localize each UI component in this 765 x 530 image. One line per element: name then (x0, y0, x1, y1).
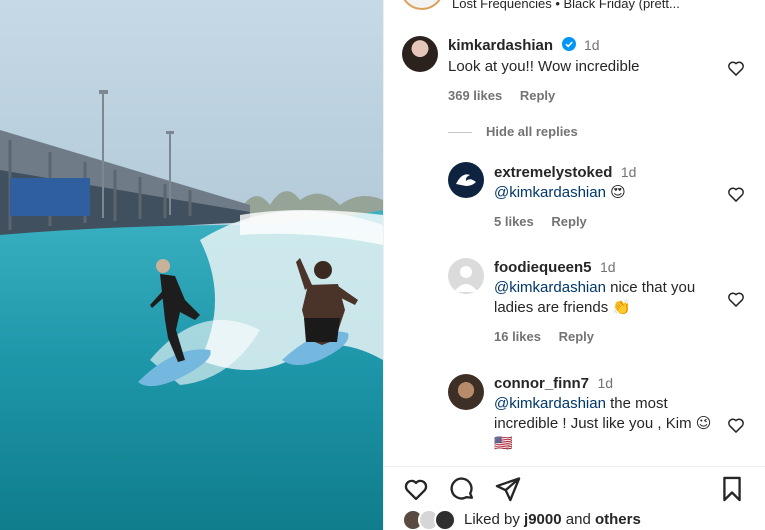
reply-time[interactable]: 1d (600, 259, 616, 275)
reply-username[interactable]: connor_finn7 (494, 375, 589, 392)
reply-likes[interactable]: 16 likes (494, 329, 541, 344)
post-media[interactable] (0, 0, 383, 530)
reply-likes[interactable]: 5 likes (494, 214, 534, 229)
reply-text: @kimkardashian nice that you ladies are … (494, 278, 720, 318)
audio-label[interactable]: Lost Frequencies • Black Friday (prett..… (452, 0, 680, 11)
like-reply-heart-icon[interactable] (726, 415, 746, 435)
hide-replies-toggle[interactable]: Hide all replies (448, 124, 578, 139)
bookmark-icon[interactable] (718, 475, 746, 503)
reply-text: @kimkardashian 😍 (494, 183, 720, 203)
mention-link[interactable]: @kimkardashian (494, 395, 606, 412)
liked-by-and: and (565, 511, 591, 528)
heart-icon[interactable] (402, 475, 430, 503)
comment-icon[interactable] (448, 475, 476, 503)
liker-username[interactable]: j9000 (524, 511, 562, 528)
comments-panel: Lost Frequencies • Black Friday (prett..… (383, 0, 765, 530)
divider-line (448, 132, 472, 134)
comment-likes[interactable]: 369 likes (448, 88, 502, 103)
verified-badge-icon (561, 37, 576, 51)
comment-username[interactable]: kimkardashian (448, 37, 553, 54)
liked-by-text: Liked by j9000 and others (464, 511, 641, 528)
reply-text: @kimkardashian the most incredible ! Jus… (494, 394, 720, 454)
hide-replies-label: Hide all replies (486, 124, 578, 139)
like-reply-heart-icon[interactable] (726, 289, 746, 309)
reply-username[interactable]: foodiequeen5 (494, 259, 592, 276)
wave-logo-icon[interactable] (448, 162, 484, 198)
reply-button[interactable]: Reply (551, 214, 586, 229)
profile-photo-icon[interactable] (402, 36, 438, 72)
comment-time[interactable]: 1d (584, 37, 600, 53)
profile-photo-icon[interactable] (448, 374, 484, 410)
reply-button[interactable]: Reply (559, 329, 594, 344)
post-header: Lost Frequencies • Black Friday (prett..… (384, 0, 765, 12)
like-reply-heart-icon[interactable] (726, 184, 746, 204)
comment-text: Look at you!! Wow incredible (448, 58, 640, 75)
post-actions-bar (384, 466, 765, 506)
liked-by-prefix: Liked by (464, 511, 520, 528)
reply-text-body: 😍 (605, 184, 626, 201)
reply-username[interactable]: extremelystoked (494, 164, 612, 181)
author-avatar[interactable] (400, 0, 444, 10)
reply-time[interactable]: 1d (621, 164, 637, 180)
others-link[interactable]: others (595, 511, 641, 528)
default-avatar-icon[interactable] (448, 258, 484, 294)
reply-time[interactable]: 1d (597, 375, 613, 391)
surf-scene-image (0, 0, 383, 530)
liker-avatar (434, 509, 456, 530)
reply-button[interactable]: Reply (520, 88, 555, 103)
like-comment-heart-icon[interactable] (726, 58, 746, 78)
share-icon[interactable] (494, 475, 522, 503)
mention-link[interactable]: @kimkardashian (494, 279, 606, 296)
mention-link[interactable]: @kimkardashian (494, 184, 606, 201)
